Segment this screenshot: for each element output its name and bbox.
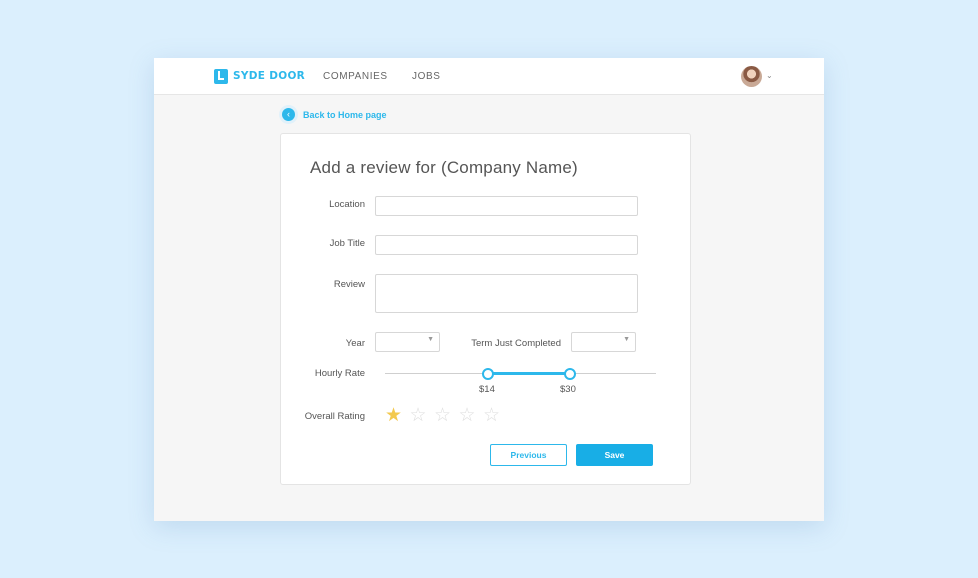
- review-label: Review: [333, 279, 365, 290]
- star-icon[interactable]: ☆: [434, 406, 459, 426]
- back-to-home-link[interactable]: ‹ Back to Home page: [282, 108, 387, 121]
- top-navbar: SYDE DOOR COMPANIES JOBS ⌄: [154, 58, 824, 95]
- star-icon[interactable]: ☆: [483, 406, 508, 426]
- syde-door-logo-icon: [214, 68, 228, 84]
- year-select[interactable]: ▼: [375, 332, 440, 352]
- save-button[interactable]: Save: [576, 444, 653, 466]
- dropdown-arrow-icon: ▼: [427, 336, 434, 343]
- avatar[interactable]: [741, 66, 762, 87]
- nav-companies[interactable]: COMPANIES: [323, 71, 388, 82]
- chevron-left-icon: ‹: [282, 108, 295, 121]
- back-link-label: Back to Home page: [303, 109, 387, 120]
- hourly-rate-max-value: $30: [560, 384, 576, 395]
- review-textarea[interactable]: [375, 274, 638, 313]
- brand-name: SYDE DOOR: [233, 70, 306, 82]
- page-title: Add a review for (Company Name): [310, 158, 578, 177]
- app-window: SYDE DOOR COMPANIES JOBS ⌄ ‹ Back to Hom…: [154, 58, 824, 521]
- job-title-field[interactable]: [375, 235, 638, 255]
- star-icon[interactable]: ☆: [410, 406, 435, 426]
- hourly-rate-min-handle[interactable]: [482, 368, 494, 380]
- star-rating[interactable]: ★ ☆ ☆ ☆ ☆: [385, 406, 508, 426]
- review-form-card: Add a review for (Company Name) Location…: [280, 133, 691, 485]
- location-label: Location: [329, 199, 365, 210]
- hourly-rate-max-handle[interactable]: [564, 368, 576, 380]
- job-title-label: Job Title: [329, 238, 365, 249]
- term-label: Term Just Completed: [471, 338, 561, 349]
- hourly-rate-min-value: $14: [479, 384, 495, 395]
- star-icon[interactable]: ☆: [459, 406, 484, 426]
- location-field[interactable]: [375, 196, 638, 216]
- previous-button[interactable]: Previous: [490, 444, 567, 466]
- overall-rating-label: Overall Rating: [304, 411, 365, 422]
- star-icon[interactable]: ★: [385, 406, 410, 426]
- term-select[interactable]: ▼: [571, 332, 636, 352]
- dropdown-arrow-icon: ▼: [623, 336, 630, 343]
- hourly-rate-slider-range: [487, 372, 569, 375]
- brand-logo[interactable]: SYDE DOOR: [214, 68, 305, 84]
- year-label: Year: [345, 338, 365, 349]
- nav-jobs[interactable]: JOBS: [412, 71, 441, 82]
- chevron-down-icon[interactable]: ⌄: [766, 71, 773, 80]
- hourly-rate-label: Hourly Rate: [314, 368, 365, 379]
